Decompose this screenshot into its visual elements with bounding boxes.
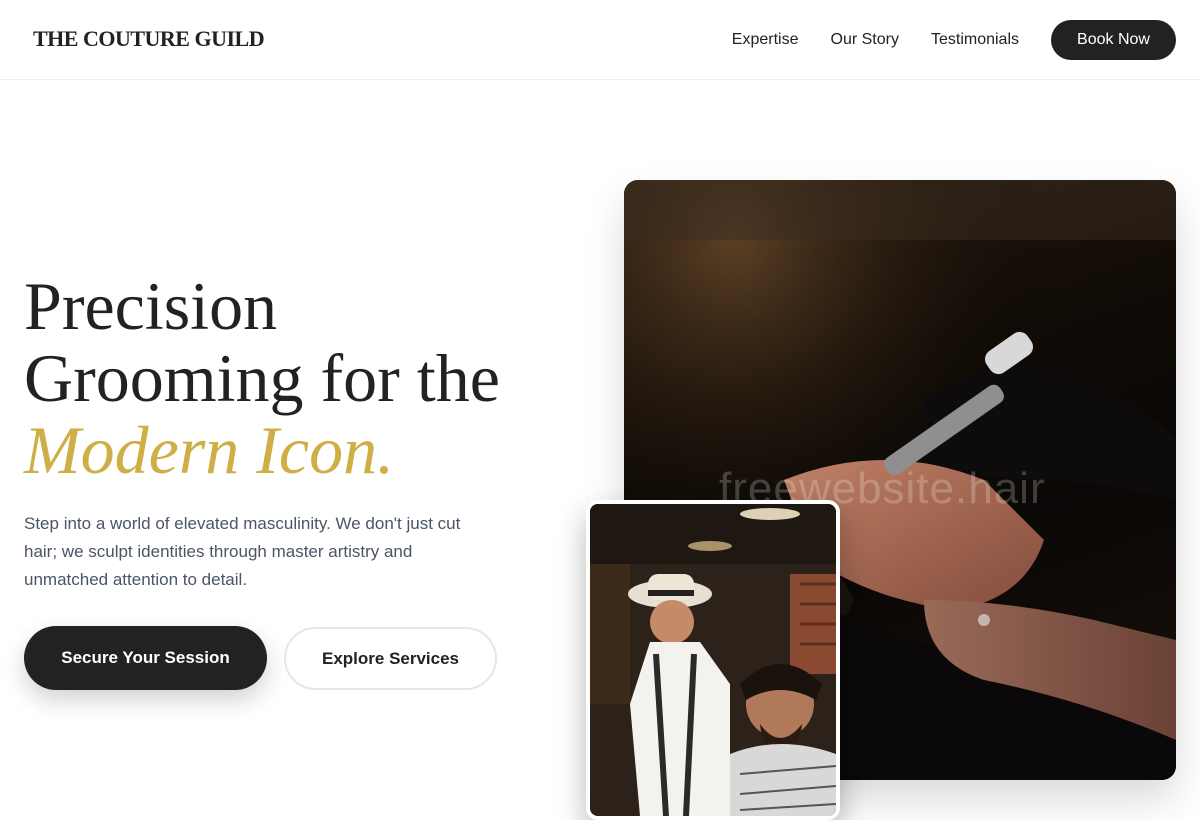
hero-description: Step into a world of elevated masculinit… (24, 514, 461, 589)
brand-logo[interactable]: THE COUTURE GUILD (33, 26, 265, 52)
explore-services-button[interactable]: Explore Services (284, 627, 497, 690)
site-header: THE COUTURE GUILD Expertise Our Story Te… (0, 0, 1200, 80)
nav-link-expertise[interactable]: Expertise (732, 31, 799, 49)
hero-title-line-2: Grooming for the (24, 340, 500, 416)
secondary-photo (586, 500, 840, 820)
nav-link-our-story[interactable]: Our Story (831, 31, 899, 49)
secure-session-button[interactable]: Secure Your Session (24, 626, 267, 690)
hero-title: Precision Grooming for the Modern Icon. (24, 270, 584, 486)
barber-haircut-illustration (590, 504, 836, 816)
book-now-button[interactable]: Book Now (1051, 20, 1176, 60)
hero-title-accent: Modern Icon. (24, 412, 395, 488)
hero-title-line-1: Precision (24, 268, 278, 344)
main-nav: Expertise Our Story Testimonials Book No… (732, 20, 1176, 60)
nav-link-testimonials[interactable]: Testimonials (931, 31, 1019, 49)
